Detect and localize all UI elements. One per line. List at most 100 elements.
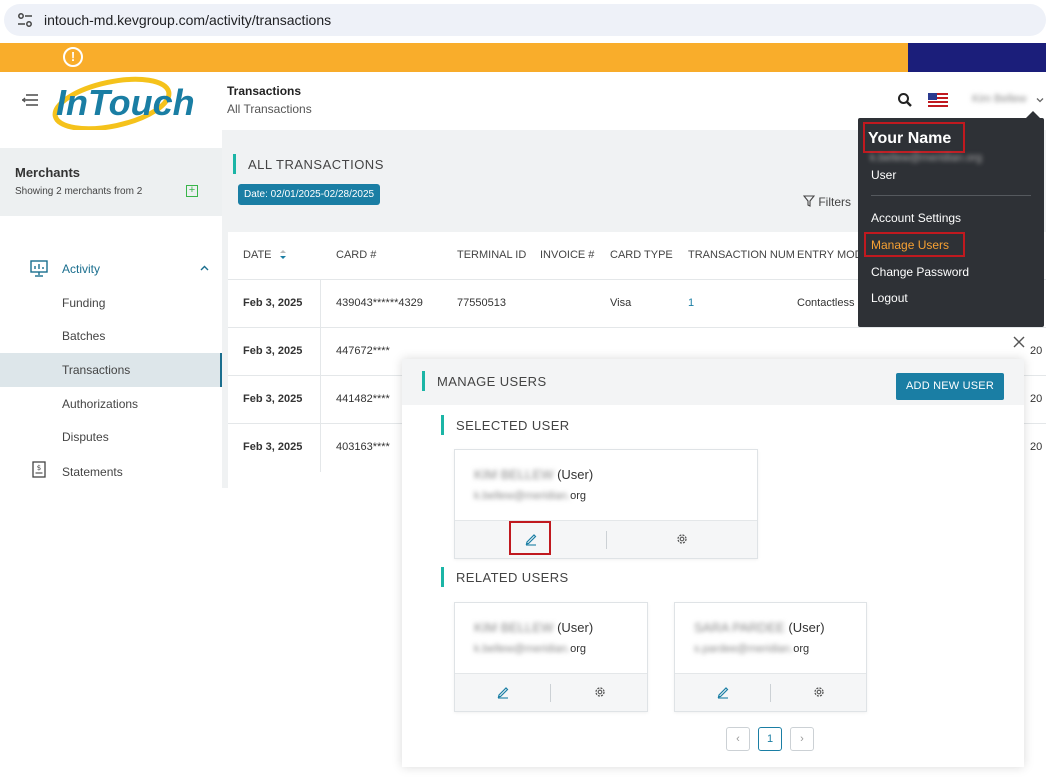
chevron-down-icon[interactable] — [1036, 96, 1044, 104]
action-divider — [606, 531, 607, 549]
sidebar-item-funding[interactable]: Funding — [62, 296, 105, 310]
col-header-entry-mode[interactable]: ENTRY MOD — [797, 249, 863, 261]
cell-truncated: 20 — [1030, 345, 1043, 357]
edit-pencil-icon[interactable] — [716, 685, 730, 699]
user-card-actions — [675, 673, 866, 711]
section-accent-bar — [441, 415, 444, 435]
menu-collapse-icon[interactable] — [22, 93, 38, 107]
cell-transaction-num[interactable]: 1 — [688, 297, 694, 309]
section-accent-bar — [233, 154, 236, 174]
merchants-title: Merchants — [15, 165, 81, 180]
sidebar-item-label: Statements — [62, 465, 123, 479]
selected-user-card: KIM BELLEW (User) k.bellew@meridian.org — [454, 449, 758, 559]
user-card-actions — [455, 673, 647, 711]
alert-banner: ! — [0, 43, 908, 72]
url-field[interactable]: intouch-md.kevgroup.com/activity/transac… — [4, 4, 1046, 36]
url-text: intouch-md.kevgroup.com/activity/transac… — [44, 12, 332, 28]
dropdown-user-role: User — [871, 168, 897, 182]
sidebar-item-disputes[interactable]: Disputes — [62, 430, 109, 444]
sidebar-item-authorizations[interactable]: Authorizations — [62, 397, 138, 411]
svg-text:$: $ — [37, 464, 41, 472]
page-title: Transactions — [227, 84, 302, 98]
browser-address-bar: intouch-md.kevgroup.com/activity/transac… — [0, 0, 1046, 42]
sidebar-item-activity[interactable]: Activity — [30, 260, 210, 278]
related-users-title: RELATED USERS — [456, 570, 569, 585]
menu-item-change-password[interactable]: Change Password — [871, 265, 969, 279]
user-email-line: k.bellew@meridian.org — [474, 643, 586, 655]
chevron-up-icon[interactable] — [200, 264, 209, 273]
us-flag-icon[interactable] — [928, 93, 948, 107]
user-email-line: k.bellew@meridian.org — [474, 490, 586, 502]
col-header-invoice[interactable]: INVOICE # — [540, 249, 594, 261]
menu-item-account-settings[interactable]: Account Settings — [871, 211, 961, 225]
cell-card: 441482**** — [336, 393, 390, 405]
action-divider — [550, 684, 551, 702]
highlight-box-manage-users: Manage Users — [864, 232, 965, 257]
gear-icon[interactable] — [812, 685, 826, 699]
user-name: KIM BELLEW — [474, 620, 554, 635]
dropdown-user-email: k.bellew@meridian.org — [870, 152, 983, 164]
dropdown-user-name: Your Name — [868, 130, 952, 147]
add-new-user-button[interactable]: ADD NEW USER — [896, 373, 1004, 400]
sidebar: Merchants Showing 2 merchants from 2 + A… — [0, 130, 222, 488]
dropdown-pointer — [1026, 111, 1040, 118]
sidebar-item-label: Activity — [62, 262, 101, 276]
section-title: ALL TRANSACTIONS — [248, 157, 384, 172]
filters-button[interactable]: Filters — [802, 195, 852, 209]
pagination-prev-button[interactable]: ‹ — [726, 727, 750, 751]
col-header-label: DATE — [243, 249, 272, 261]
user-name-line: KIM BELLEW (User) — [474, 467, 593, 482]
filters-label: Filters — [818, 195, 852, 209]
col-header-transaction-num[interactable]: TRANSACTION NUM — [688, 249, 795, 261]
column-divider — [320, 376, 321, 424]
edit-pencil-icon[interactable] — [496, 685, 510, 699]
dropdown-divider — [871, 195, 1031, 196]
add-merchant-icon[interactable]: + — [186, 185, 198, 197]
pagination-page-1[interactable]: 1 — [758, 727, 782, 751]
alert-banner-dark-segment — [908, 43, 1046, 72]
user-menu-name[interactable]: Kim Bellew — [972, 93, 1026, 105]
date-filter-chip[interactable]: Date: 02/01/2025-02/28/2025 — [238, 184, 381, 205]
sidebar-item-statements[interactable]: $ Statements — [30, 461, 210, 479]
selected-user-title: SELECTED USER — [456, 418, 570, 433]
sidebar-item-batches[interactable]: Batches — [62, 329, 105, 343]
user-email-suffix: org — [570, 490, 587, 502]
pagination-next-button[interactable]: › — [790, 727, 814, 751]
cell-entry-mode: Contactless — [797, 297, 855, 309]
menu-item-logout[interactable]: Logout — [871, 291, 908, 305]
site-settings-icon[interactable] — [16, 11, 34, 29]
cell-truncated: 20 — [1030, 393, 1043, 405]
search-icon[interactable] — [897, 92, 913, 108]
column-divider — [320, 280, 321, 328]
user-email: s.pardee@meridian. — [694, 643, 794, 655]
user-email-line: s.pardee@meridian.org — [694, 643, 809, 655]
user-email-suffix: org — [570, 643, 587, 655]
user-name-line: KIM BELLEW (User) — [474, 620, 593, 635]
user-email-suffix: org — [793, 643, 810, 655]
user-name-line: SARA PARDEE (User) — [694, 620, 825, 635]
col-header-date[interactable]: DATE — [243, 249, 287, 261]
menu-item-manage-users[interactable]: Manage Users — [871, 238, 949, 252]
cell-date: Feb 3, 2025 — [243, 393, 303, 405]
col-header-card-type[interactable]: CARD TYPE — [610, 249, 673, 261]
user-card-actions — [455, 520, 757, 558]
cell-date: Feb 3, 2025 — [243, 441, 303, 453]
sort-icon[interactable] — [279, 249, 287, 260]
warning-icon[interactable]: ! — [63, 47, 83, 67]
related-user-card: KIM BELLEW (User) k.bellew@meridian.org — [454, 602, 648, 712]
col-header-card[interactable]: CARD # — [336, 249, 376, 261]
col-header-terminal[interactable]: TERMINAL ID — [457, 249, 526, 261]
gear-icon[interactable] — [675, 532, 689, 546]
close-icon[interactable] — [1012, 335, 1026, 349]
section-accent-bar — [422, 371, 425, 391]
user-role: (User) — [557, 620, 594, 635]
gear-icon[interactable] — [593, 685, 607, 699]
user-role: (User) — [557, 467, 594, 482]
cell-terminal: 77550513 — [457, 297, 506, 309]
intouch-logo[interactable]: InTouch — [52, 74, 202, 130]
cell-card: 447672**** — [336, 345, 390, 357]
merchants-panel: Merchants Showing 2 merchants from 2 + — [0, 148, 222, 216]
user-name: KIM BELLEW — [474, 467, 554, 482]
cell-truncated: 20 — [1030, 441, 1043, 453]
sidebar-item-transactions[interactable]: Transactions — [62, 363, 130, 377]
